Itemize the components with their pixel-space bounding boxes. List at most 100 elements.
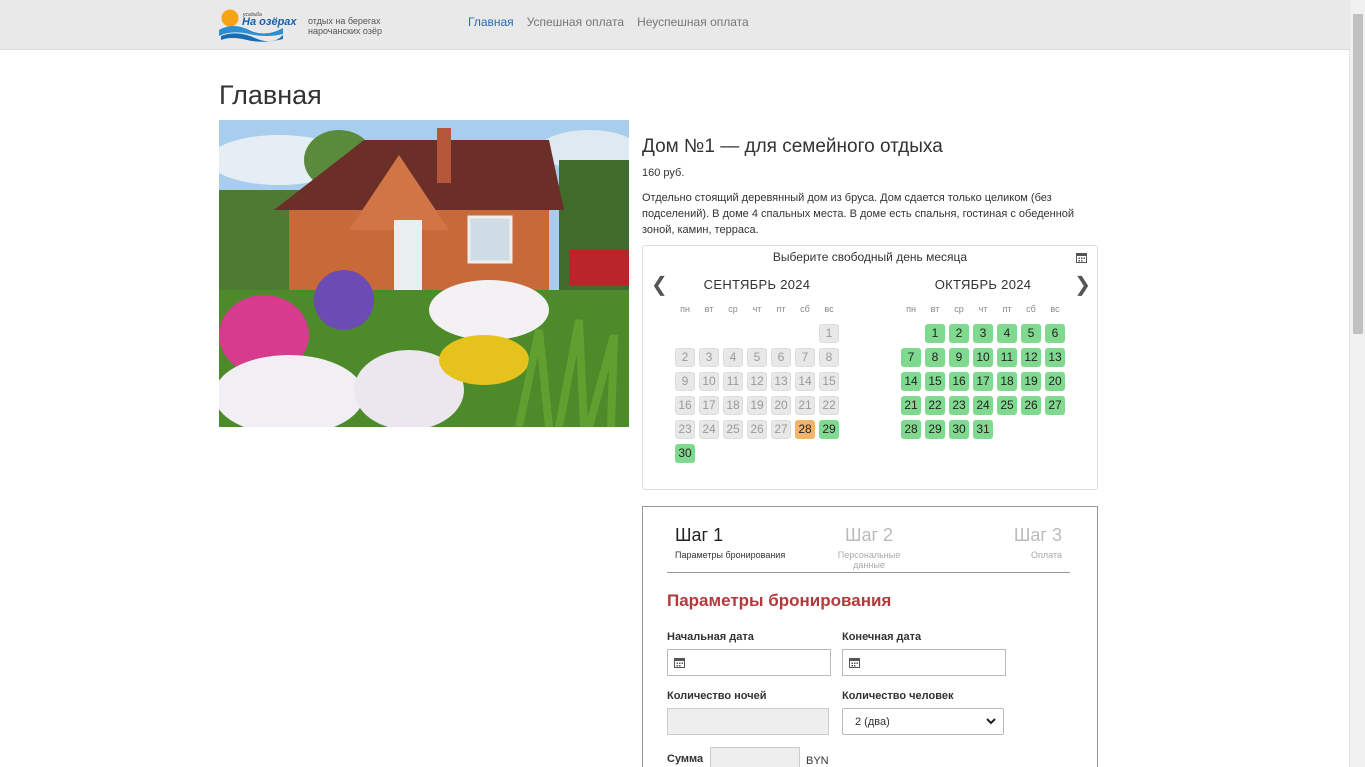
main-nav: Главная Успешная оплата Неуспешная оплат…	[468, 15, 749, 29]
weekday-label: чт	[978, 304, 988, 314]
nights-input	[667, 708, 829, 735]
availability-calendar: Выберите свободный день месяца ❮ ❯ СЕНТЯ…	[642, 245, 1098, 490]
calendar-day-free[interactable]: 11	[997, 348, 1017, 367]
calendar-day-free[interactable]: 9	[949, 348, 969, 367]
calendar-day-free[interactable]: 30	[949, 420, 969, 439]
calendar-day-past: 1	[819, 324, 839, 343]
weekday-label: сб	[1026, 304, 1036, 314]
calendar-day-free[interactable]: 14	[901, 372, 921, 391]
calendar-day-free[interactable]: 27	[1045, 396, 1065, 415]
calendar-day-free[interactable]: 4	[997, 324, 1017, 343]
nav-link-failed-payment[interactable]: Неуспешная оплата	[637, 15, 749, 29]
calendar-day-free[interactable]: 29	[925, 420, 945, 439]
brand-logo[interactable]: усадьба На озёрах отдых на берегах нароч…	[219, 8, 389, 44]
page-scrollbar[interactable]	[1349, 0, 1365, 767]
calendar-day-today[interactable]: 28	[795, 420, 815, 439]
calendar-day-past: 13	[771, 372, 791, 391]
calendar-day-past: 15	[819, 372, 839, 391]
calendar-day-past: 2	[675, 348, 695, 367]
weekday-label: ср	[954, 304, 964, 314]
calendar-day-free[interactable]: 6	[1045, 324, 1065, 343]
nav-link-home[interactable]: Главная	[468, 15, 514, 29]
weekday-label: пн	[680, 304, 690, 314]
calendar-day-past: 25	[723, 420, 743, 439]
calendar-day-free[interactable]: 23	[949, 396, 969, 415]
calendar-day-free[interactable]: 13	[1045, 348, 1065, 367]
calendar-day-free[interactable]: 25	[997, 396, 1017, 415]
next-month-arrow-icon[interactable]: ❯	[1074, 274, 1091, 294]
weekday-label: вт	[930, 304, 940, 314]
calendar-day-past: 27	[771, 420, 791, 439]
calendar-day-past: 22	[819, 396, 839, 415]
weekday-row-september: пн вт ср чт пт сб вс	[673, 304, 841, 314]
calendar-day-past: 11	[723, 372, 743, 391]
calendar-day-free[interactable]: 21	[901, 396, 921, 415]
calendar-day-free[interactable]: 20	[1045, 372, 1065, 391]
calendar-day-free[interactable]: 26	[1021, 396, 1041, 415]
house-title: Дом №1 — для семейного отдыха	[642, 136, 943, 157]
calendar-day-past: 24	[699, 420, 719, 439]
calendar-day-past: 21	[795, 396, 815, 415]
step-3: Шаг 3 Оплата	[1014, 525, 1062, 560]
calendar-day-free[interactable]: 3	[973, 324, 993, 343]
calendar-empty-cell	[699, 324, 719, 343]
calendar-header: Выберите свободный день месяца	[772, 250, 968, 264]
nav-link-success-payment[interactable]: Успешная оплата	[527, 15, 624, 29]
page-title: Главная	[219, 80, 322, 110]
calendar-day-past: 9	[675, 372, 695, 391]
weekday-label: чт	[752, 304, 762, 314]
calendar-day-past: 12	[747, 372, 767, 391]
calendar-day-past: 18	[723, 396, 743, 415]
persons-select-value: 2 (два)	[855, 716, 890, 728]
calendar-day-free[interactable]: 2	[949, 324, 969, 343]
calendar-day-free[interactable]: 17	[973, 372, 993, 391]
end-date-input[interactable]	[842, 649, 1006, 676]
step-2-subtitle: Персональные данные	[837, 550, 901, 570]
calendar-day-past: 6	[771, 348, 791, 367]
calendar-day-free[interactable]: 16	[949, 372, 969, 391]
calendar-day-free[interactable]: 19	[1021, 372, 1041, 391]
weekday-row-october: пн вт ср чт пт сб вс	[899, 304, 1067, 314]
weekday-label: сб	[800, 304, 810, 314]
calendar-day-free[interactable]: 7	[901, 348, 921, 367]
days-grid-september: 1 2 3 4 5 6 7 8 9 10 11 12 13 14 15 16 17 18 19 20 21 22 23 24 2…	[673, 322, 841, 466]
house-price: 160 руб.	[642, 167, 685, 179]
logo-image: усадьба На озёрах	[219, 9, 297, 42]
calendar-icon[interactable]	[1076, 252, 1087, 263]
scrollbar-thumb[interactable]	[1353, 14, 1363, 334]
calendar-day-free[interactable]: 12	[1021, 348, 1041, 367]
calendar-day-past: 19	[747, 396, 767, 415]
calendar-day-past: 3	[699, 348, 719, 367]
calendar-empty-cell	[771, 324, 791, 343]
calendar-day-free[interactable]: 15	[925, 372, 945, 391]
month-title-september: СЕНТЯБРЬ 2024	[703, 277, 811, 292]
weekday-label: вс	[824, 304, 834, 314]
calendar-day-free[interactable]: 10	[973, 348, 993, 367]
calendar-day-free[interactable]: 31	[973, 420, 993, 439]
prev-month-arrow-icon[interactable]: ❮	[651, 274, 668, 294]
top-navbar: усадьба На озёрах отдых на берегах нароч…	[0, 0, 1349, 50]
calendar-day-free[interactable]: 18	[997, 372, 1017, 391]
calendar-day-free[interactable]: 8	[925, 348, 945, 367]
brand-tagline: отдых на берегах нарочанских озёр	[308, 16, 398, 36]
calendar-empty-cell	[901, 324, 921, 343]
step-2-number: Шаг 2	[844, 525, 894, 545]
calendar-day-past: 7	[795, 348, 815, 367]
booking-steps: Шаг 1 Параметры бронирования Шаг 2 Персо…	[667, 525, 1070, 573]
step-1-number: Шаг 1	[675, 525, 724, 545]
calendar-day-free[interactable]: 28	[901, 420, 921, 439]
calendar-day-free[interactable]: 30	[675, 444, 695, 463]
calendar-day-free[interactable]: 24	[973, 396, 993, 415]
calendar-icon	[674, 658, 685, 668]
start-date-input[interactable]	[667, 649, 831, 676]
calendar-empty-cell	[747, 324, 767, 343]
sum-label: Сумма	[667, 753, 704, 765]
weekday-label: пт	[1002, 304, 1012, 314]
persons-select[interactable]: 2 (два)	[842, 708, 1004, 735]
calendar-day-free[interactable]: 29	[819, 420, 839, 439]
start-date-label: Начальная дата	[667, 631, 754, 643]
calendar-day-free[interactable]: 22	[925, 396, 945, 415]
calendar-day-free[interactable]: 5	[1021, 324, 1041, 343]
svg-text:На озёрах: На озёрах	[242, 16, 297, 28]
calendar-day-free[interactable]: 1	[925, 324, 945, 343]
